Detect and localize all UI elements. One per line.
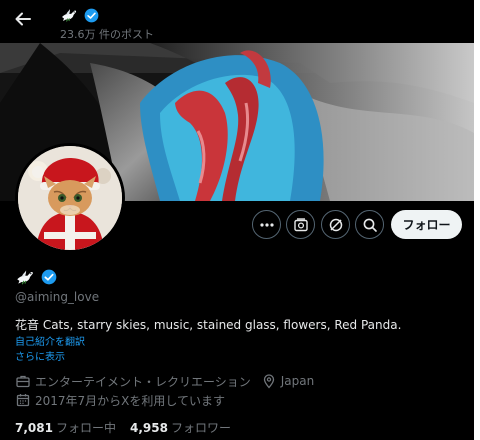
profile-screen: 23.6万 件のポスト フォロー @aiming_love 花音 Cats, s…: [0, 0, 474, 440]
briefcase-icon: [15, 373, 31, 389]
followers-count: 4,958: [129, 421, 168, 435]
verified-badge-icon: [84, 8, 99, 22]
verified-badge-icon: [41, 269, 57, 285]
location-item: Japan: [261, 373, 314, 389]
bio-text: 花音 Cats, starry skies, music, stained gl…: [15, 318, 402, 332]
following-count: 7,081: [15, 421, 53, 435]
subscription-icon: [293, 217, 308, 231]
back-button[interactable]: [12, 8, 34, 30]
category-text: エンターテイメント・レクリエーション: [35, 374, 251, 389]
location-pin-icon: [261, 373, 277, 389]
category-item: エンターテイメント・レクリエーション: [15, 373, 251, 390]
follow-button[interactable]: フォロー: [391, 210, 462, 239]
location-text: Japan: [280, 374, 315, 388]
followers-label: フォロワー: [170, 421, 231, 435]
search-button[interactable]: [355, 210, 384, 239]
subscribe-button[interactable]: [286, 210, 315, 239]
grok-icon: [329, 218, 342, 231]
show-more-link[interactable]: さらに表示: [15, 348, 65, 363]
joined-row: 2017年7月からXを利用しています: [15, 392, 225, 408]
post-count: 23.6万 件のポスト: [60, 28, 154, 41]
followers-link[interactable]: 4,958 フォロワー: [130, 419, 231, 436]
username-handle: @aiming_love: [15, 290, 100, 304]
header-display-name: [60, 5, 99, 25]
profile-meta-row: エンターテイメント・レクリエーション Japan: [15, 373, 314, 389]
dove-emoji-icon: [17, 270, 33, 285]
more-button[interactable]: [252, 210, 281, 239]
arrow-left-icon: [15, 12, 31, 26]
dove-emoji-icon: [62, 9, 77, 22]
window-edge: [474, 0, 480, 440]
calendar-icon: [15, 392, 31, 408]
more-horizontal-icon: [259, 222, 274, 227]
following-link[interactable]: 7,081 フォロー中: [15, 419, 116, 436]
search-icon: [363, 218, 377, 232]
grok-button[interactable]: [321, 210, 350, 239]
display-name: [15, 266, 57, 288]
translate-bio-link[interactable]: 自己紹介を翻訳: [15, 333, 85, 348]
following-label: フォロー中: [55, 421, 116, 435]
joined-text: 2017年7月からXを利用しています: [35, 393, 226, 408]
top-bar: 23.6万 件のポスト: [0, 0, 474, 43]
avatar[interactable]: [15, 143, 125, 253]
follow-stats: 7,081 フォロー中 4,958 フォロワー: [15, 419, 231, 436]
